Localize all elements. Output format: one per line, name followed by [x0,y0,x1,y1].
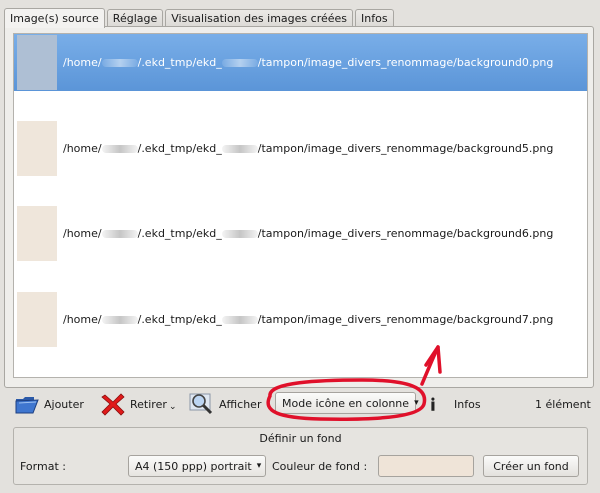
folder-open-icon [15,397,39,414]
tab-image-source[interactable]: Image(s) source [4,8,105,28]
list-item[interactable]: /home//.ekd_tmp/ekd_/tampon/image_divers… [14,34,587,91]
show-button[interactable]: Afficher [189,390,261,418]
image-thumbnail [17,35,57,90]
image-thumbnail [17,292,57,347]
info-icon [431,397,435,411]
list-item[interactable]: /home//.ekd_tmp/ekd_/tampon/image_divers… [14,120,587,177]
image-thumbnail [17,206,57,261]
group-title: Définir un fond [259,432,342,445]
chevron-down-icon: ▾ [414,398,419,408]
show-label: Afficher [219,397,262,411]
view-mode-select[interactable]: Mode icône en colonne ▾ [275,392,419,414]
redacted-text [101,59,138,67]
file-list[interactable]: /home//.ekd_tmp/ekd_/tampon/image_divers… [13,33,588,378]
file-path: /home//.ekd_tmp/ekd_/tampon/image_divers… [63,313,554,326]
red-x-icon [101,393,125,416]
format-label: Format : [20,459,66,473]
tab-reglage[interactable]: Réglage [106,9,164,27]
list-item[interactable]: /home//.ekd_tmp/ekd_/tampon/image_divers… [14,291,587,348]
redacted-text [221,230,258,238]
background-fields: Format : A4 (150 ppp) portrait ▾ Couleur… [14,454,587,478]
info-button[interactable]: Infos [428,390,481,418]
redacted-text [101,230,138,238]
redacted-text [101,145,138,153]
redacted-text [101,316,138,324]
color-label: Couleur de fond : [272,459,368,473]
tab-visualisation[interactable]: Visualisation des images créées [165,9,354,27]
view-mode-value: Mode icône en colonne [282,396,410,410]
list-item[interactable]: /home//.ekd_tmp/ekd_/tampon/image_divers… [14,205,587,262]
redacted-text [221,145,258,153]
remove-menu-arrow[interactable]: ⌄ [169,400,177,414]
tab-label: Réglage [112,12,158,25]
create-background-label: Créer un fond [493,459,569,473]
tab-label: Visualisation des images créées [171,12,348,25]
create-background-button[interactable]: Créer un fond [483,455,579,477]
info-label: Infos [454,397,481,411]
file-path: /home//.ekd_tmp/ekd_/tampon/image_divers… [63,142,554,155]
format-value: A4 (150 ppp) portrait [135,459,252,473]
chevron-down-icon: ▾ [256,461,262,471]
remove-label: Retirer [130,397,167,411]
toolbar: Ajouter Retirer ⌄ Afficher Mode icône en… [0,386,600,422]
remove-button[interactable]: Retirer [100,390,167,418]
tab-infos[interactable]: Infos [355,9,394,27]
image-thumbnail [17,121,57,176]
tab-bar: Image(s) source Réglage Visualisation de… [4,7,396,28]
item-count: 1 élément [535,397,591,411]
add-label: Ajouter [44,397,84,411]
magnifier-icon [189,393,213,415]
file-path: /home//.ekd_tmp/ekd_/tampon/image_divers… [63,56,554,69]
tab-label: Infos [361,12,388,25]
tab-label: Image(s) source [10,12,99,25]
chevron-down-icon: ⌄ [169,402,177,412]
file-path: /home//.ekd_tmp/ekd_/tampon/image_divers… [63,227,554,240]
add-button[interactable]: Ajouter [14,390,84,418]
redacted-text [221,59,258,67]
background-color-button[interactable] [378,455,474,477]
redacted-text [221,316,258,324]
format-select[interactable]: A4 (150 ppp) portrait ▾ [128,455,266,477]
background-group: Définir un fond Format : A4 (150 ppp) po… [13,427,588,485]
